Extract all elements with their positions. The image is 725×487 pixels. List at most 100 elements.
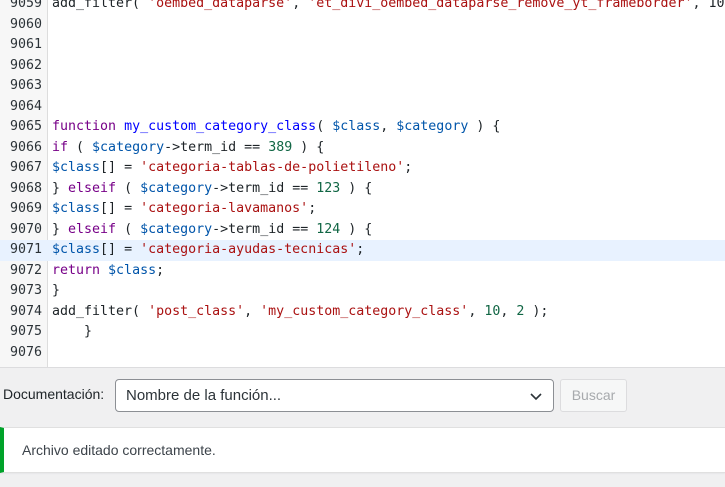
code-line[interactable]: 9061 xyxy=(0,35,725,56)
code-text[interactable]: if ( $category->term_id == 389 ) { xyxy=(52,138,324,159)
code-text[interactable]: add_filter( 'oembed_dataparse', 'et_divi… xyxy=(52,0,725,15)
code-token: 'post_class' xyxy=(148,303,245,319)
code-token: $class xyxy=(52,201,101,216)
code-text[interactable]: $class[] = 'categoria-lavamanos'; xyxy=(52,199,316,220)
line-number: 9074 xyxy=(9,303,42,319)
code-token: if xyxy=(52,139,69,155)
code-line[interactable]: 9075 } xyxy=(0,322,725,343)
code-token: ); xyxy=(524,303,549,319)
code-token: return xyxy=(52,262,109,278)
code-token: [] = xyxy=(100,201,141,216)
code-token: ; xyxy=(404,160,413,175)
code-token: ->term_id == xyxy=(164,139,269,155)
code-text[interactable]: } xyxy=(52,322,92,343)
success-notice: Archivo editado correctamente. xyxy=(0,427,725,473)
line-number: 9076 xyxy=(9,344,42,360)
line-number: 9064 xyxy=(9,98,42,114)
code-token: $class xyxy=(108,262,157,278)
code-line[interactable]: 9071 $class[] = 'categoria-ayudas-tecnica… xyxy=(0,240,725,261)
code-line[interactable]: 9063 xyxy=(0,76,725,97)
line-number: 9069 xyxy=(9,201,42,216)
code-token: 'oembed_dataparse' xyxy=(148,0,293,11)
line-number: 9062 xyxy=(9,57,42,73)
line-number: 9065 xyxy=(9,119,42,134)
code-line[interactable]: 9065 function my_custom_category_class( $… xyxy=(0,117,725,138)
code-token: , xyxy=(468,303,485,319)
code-token: } xyxy=(52,324,93,339)
line-number: 9071 xyxy=(9,242,42,257)
function-name-select[interactable]: Nombre de la función... xyxy=(115,379,554,412)
code-token: } xyxy=(52,221,69,237)
code-token: add_filter( xyxy=(52,0,149,11)
search-button[interactable]: Buscar xyxy=(560,379,627,412)
code-line[interactable]: 9060 xyxy=(0,15,725,36)
code-token: elseif xyxy=(68,221,117,237)
code-line[interactable]: 9073} xyxy=(0,281,725,302)
code-token: , 10 xyxy=(692,0,725,11)
line-number: 9072 xyxy=(9,262,42,278)
code-token: $class xyxy=(332,119,381,134)
code-line[interactable]: 9072 return $class; xyxy=(0,261,725,282)
code-text[interactable]: add_filter( 'post_class', 'my_custom_cat… xyxy=(52,302,548,323)
line-number: 9066 xyxy=(9,139,42,155)
code-token: $category xyxy=(92,139,165,155)
code-token: ; xyxy=(156,262,165,278)
code-token: ; xyxy=(308,201,317,216)
code-text[interactable]: } elseif ( $category->term_id == 124 ) { xyxy=(52,220,372,241)
documentation-lookup: Documentación: Nombre de la función... B… xyxy=(0,378,725,414)
documentation-label: Documentación: xyxy=(3,386,105,402)
code-line[interactable]: 9070 } elseif ( $category->term_id == 124… xyxy=(0,220,725,241)
code-line[interactable]: 9069 $class[] = 'categoria-lavamanos'; xyxy=(0,199,725,220)
code-token: elseif xyxy=(68,180,117,196)
code-token: ->term_id == xyxy=(212,180,317,196)
code-token: 'my_custom_category_class' xyxy=(260,303,469,319)
code-line[interactable]: 9067 $class[] = 'categoria-tablas-de-poli… xyxy=(0,158,725,179)
code-token: ) { xyxy=(292,139,325,155)
code-token: } xyxy=(52,283,61,298)
code-token: ( xyxy=(68,139,93,155)
code-token: 389 xyxy=(268,139,293,155)
code-line[interactable]: 9074 add_filter( 'post_class', 'my_custom… xyxy=(0,302,725,323)
code-token: 10 xyxy=(484,303,501,319)
notice-message: Archivo editado correctamente. xyxy=(22,442,216,458)
line-number: 9063 xyxy=(9,78,42,93)
code-token: } xyxy=(52,180,69,196)
code-text[interactable]: function my_custom_category_class( $clas… xyxy=(52,117,500,138)
code-line[interactable]: 9062 xyxy=(0,56,725,77)
code-token: 'categoria-ayudas-tecnicas' xyxy=(140,242,357,257)
code-line[interactable]: 9064 xyxy=(0,97,725,118)
line-number: 9067 xyxy=(9,160,42,175)
line-number: 9068 xyxy=(9,180,42,196)
code-token: $class xyxy=(52,242,101,257)
line-number: 9060 xyxy=(9,16,42,32)
code-editor[interactable]: 9059 add_filter( 'oembed_dataparse', 'et_… xyxy=(0,0,725,368)
code-token: ( xyxy=(116,180,141,196)
function-name-select-value: Nombre de la función... xyxy=(126,387,282,404)
line-number: 9070 xyxy=(9,221,42,237)
code-line[interactable]: 9068 } elseif ( $category->term_id == 123… xyxy=(0,179,725,200)
code-token: $class xyxy=(52,160,101,175)
code-token: , xyxy=(380,119,397,134)
code-text[interactable]: $class[] = 'categoria-ayudas-tecnicas'; xyxy=(52,240,364,261)
code-text[interactable]: } elseif ( $category->term_id == 123 ) { xyxy=(52,179,372,200)
code-token: , xyxy=(292,0,309,11)
code-line[interactable]: 9059 add_filter( 'oembed_dataparse', 'et_… xyxy=(0,0,725,15)
code-token: [] = xyxy=(100,160,141,175)
code-token: ) { xyxy=(340,180,373,196)
line-number: 9059 xyxy=(9,0,42,11)
code-token: ->term_id == xyxy=(212,221,317,237)
code-token: , xyxy=(500,303,517,319)
code-token: 'categoria-tablas-de-polietileno' xyxy=(140,160,405,175)
code-text[interactable]: return $class; xyxy=(52,261,164,282)
code-line[interactable]: 9076 xyxy=(0,343,725,364)
code-token: ) { xyxy=(468,119,501,134)
code-line[interactable]: 9066 if ( $category->term_id == 389 ) { xyxy=(0,138,725,159)
code-text[interactable]: $class[] = 'categoria-tablas-de-polietil… xyxy=(52,158,412,179)
code-token: ( xyxy=(316,119,333,134)
code-token: [] = xyxy=(100,242,141,257)
code-token: $category xyxy=(396,119,469,134)
code-token: ( xyxy=(116,221,141,237)
code-token: 123 xyxy=(316,180,341,196)
code-token: $category xyxy=(140,221,213,237)
code-text[interactable]: } xyxy=(52,281,60,302)
